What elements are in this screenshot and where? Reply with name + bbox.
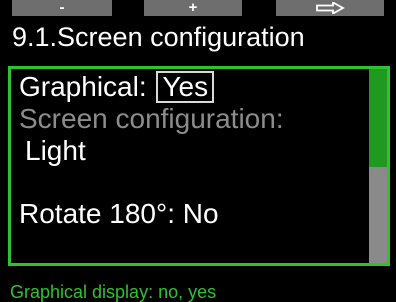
rotate-label: Rotate 180°:: [19, 198, 175, 229]
screen-configuration-value[interactable]: Light: [25, 135, 86, 167]
scrollbar-thumb[interactable]: [369, 69, 387, 167]
settings-panel: Graphical: Yes Screen configuration: Lig…: [8, 66, 390, 266]
page-title: 9.1.Screen configuration: [12, 22, 305, 52]
screen-configuration-label: Screen configuration:: [19, 103, 284, 134]
help-text: Graphical display: no, yes: [10, 282, 217, 302]
minus-button-label: -: [59, 0, 65, 16]
next-button[interactable]: [276, 0, 384, 16]
plus-button-label: +: [188, 0, 198, 16]
graphical-label: Graphical:: [19, 71, 147, 102]
graphical-setting-row[interactable]: Graphical: Yes: [19, 71, 215, 103]
right-arrow-icon: [316, 2, 345, 14]
softkey-bar: - +: [0, 0, 396, 16]
graphical-value-selector[interactable]: Yes: [156, 71, 215, 103]
scrollbar[interactable]: [369, 69, 387, 263]
minus-button[interactable]: -: [12, 0, 112, 16]
rotate-value[interactable]: No: [183, 198, 219, 229]
plus-button[interactable]: +: [144, 0, 242, 16]
rotate-setting-row[interactable]: Rotate 180°: No: [19, 198, 219, 230]
